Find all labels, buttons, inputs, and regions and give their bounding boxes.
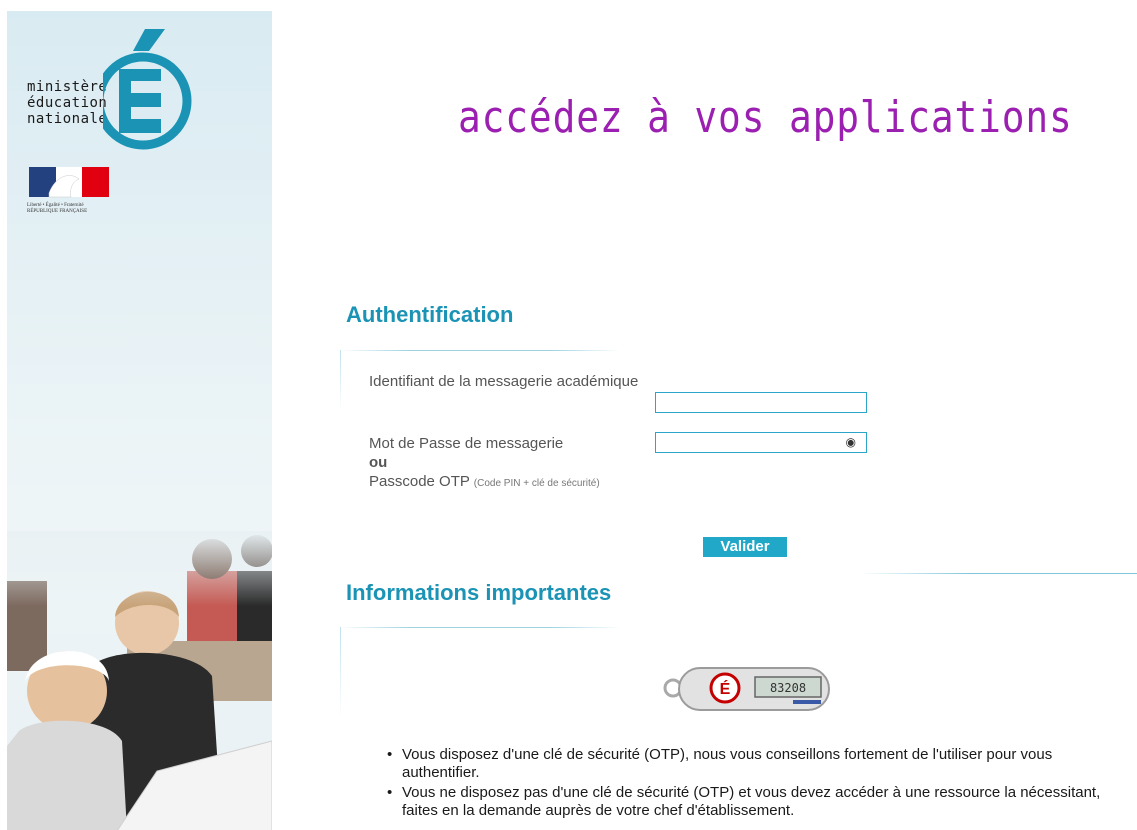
logo-line-education: éducation bbox=[27, 95, 108, 111]
login-input[interactable] bbox=[655, 392, 867, 413]
auth-bottom-divider bbox=[860, 573, 1137, 574]
otp-label: Passcode OTP bbox=[369, 473, 470, 490]
password-label-group: Mot de Passe de messagerie ou Passcode O… bbox=[369, 434, 639, 493]
page-headline: accédez à vos applications bbox=[458, 92, 1073, 143]
validate-button[interactable]: Valider bbox=[703, 537, 787, 557]
otp-display-text: 83208 bbox=[770, 681, 806, 695]
ministry-logo-text: ministère éducation nationale bbox=[27, 79, 107, 127]
login-label: Identifiant de la messagerie académique bbox=[369, 373, 639, 390]
info-top-divider bbox=[340, 627, 620, 628]
info-list: Vous disposez d'une clé de sécurité (OTP… bbox=[386, 746, 1106, 822]
svg-text:É: É bbox=[720, 679, 731, 698]
info-left-border bbox=[340, 627, 341, 717]
logo-line-nationale: nationale bbox=[27, 111, 108, 127]
info-item-request-otp: Vous ne disposez pas d'une clé de sécuri… bbox=[386, 784, 1106, 820]
auth-left-border bbox=[340, 350, 341, 410]
republic-caption: Liberté • Égalité • Fraternité RÉPUBLIQU… bbox=[27, 203, 87, 215]
password-label: Mot de Passe de messagerie bbox=[369, 435, 564, 452]
logo-line-ministere: ministère bbox=[27, 79, 108, 95]
auth-top-divider bbox=[340, 350, 620, 351]
ministry-e-logo-icon bbox=[103, 29, 192, 150]
password-field[interactable]: ◉ bbox=[655, 432, 867, 453]
sidebar-panel: ministère éducation nationale Liberté • … bbox=[7, 11, 272, 830]
republic-name: RÉPUBLIQUE FRANÇAISE bbox=[27, 209, 88, 214]
auth-section-title: Authentification bbox=[346, 302, 514, 327]
otp-key-icon: É 83208 bbox=[663, 667, 830, 711]
students-photo bbox=[7, 531, 272, 830]
or-label: ou bbox=[369, 454, 388, 471]
show-password-eye-icon[interactable]: ◉ bbox=[846, 435, 856, 449]
otp-hint: (Code PIN + clé de sécurité) bbox=[473, 478, 600, 489]
info-section-title: Informations importantes bbox=[346, 580, 612, 605]
info-item-use-otp: Vous disposez d'une clé de sécurité (OTP… bbox=[386, 746, 1106, 782]
otp-label-line: Passcode OTP (Code PIN + clé de sécurité… bbox=[369, 472, 639, 493]
republique-francaise-flag-icon bbox=[29, 167, 109, 198]
